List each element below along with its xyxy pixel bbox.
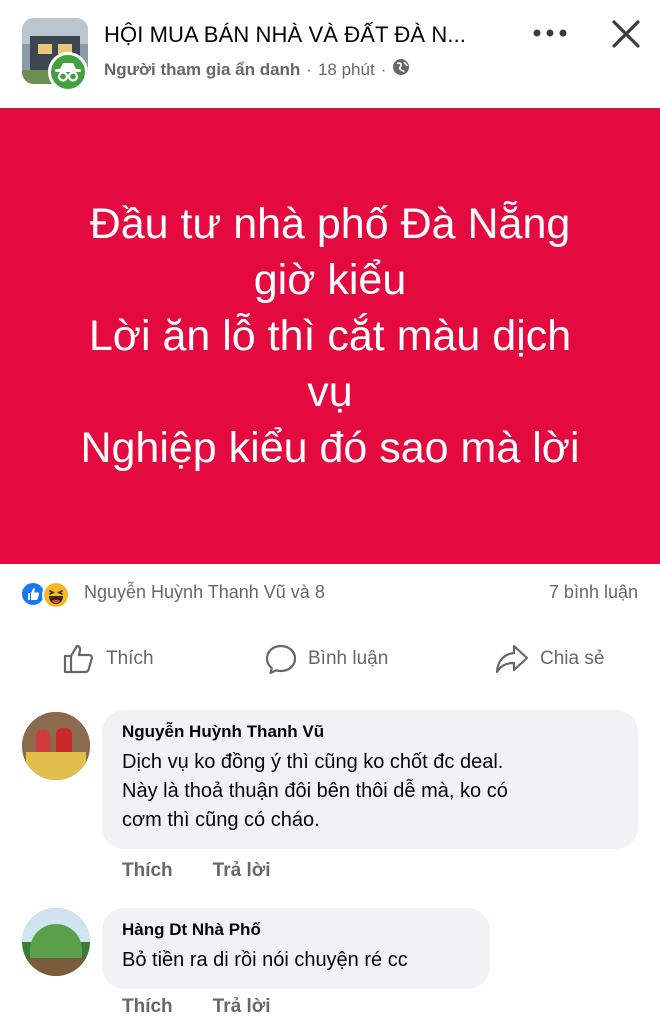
comment-author[interactable]: Hàng Dt Nhà Phố <box>122 920 470 940</box>
comment-bubble[interactable]: Hàng Dt Nhà Phố Bỏ tiền ra di rồi nói ch… <box>102 908 490 989</box>
like-label: Thích <box>106 648 154 669</box>
post-text: Đầu tư nhà phố Đà Nẵng giờ kiểu Lời ăn l… <box>80 200 580 472</box>
share-button[interactable]: Chia sẻ <box>494 640 604 678</box>
meta-separator: · <box>306 59 312 79</box>
separator-dot-2: · <box>380 59 387 79</box>
avatar[interactable] <box>22 908 90 976</box>
comment-text: Bỏ tiền ra di rồi nói chuyện ré cc <box>122 949 408 971</box>
more-options-button[interactable] <box>528 18 572 48</box>
comment-reply-link[interactable]: Trả lời <box>213 996 271 1018</box>
avatar[interactable] <box>22 712 90 780</box>
comment-bubble[interactable]: Nguyễn Huỳnh Thanh Vũ Dịch vụ ko đồng ý … <box>102 710 638 849</box>
thumbs-up-icon <box>63 644 93 674</box>
like-button[interactable]: Thích <box>62 640 154 678</box>
comment-reply-link[interactable]: Trả lời <box>213 860 271 882</box>
reactions-bar[interactable]: Nguyễn Huỳnh Thanh Vũ và 8 7 bình luận <box>0 574 660 614</box>
comment-count[interactable]: 7 bình luận <box>549 582 638 603</box>
close-icon <box>612 20 640 48</box>
comment-text: Dịch vụ ko đồng ý thì cũng ko chốt đc de… <box>122 751 508 831</box>
comment-icon <box>265 644 297 675</box>
group-title[interactable]: HỘI MUA BÁN NHÀ VÀ ĐẤT ĐÀ N... <box>104 22 466 48</box>
poster-name[interactable]: Người tham gia ẩn danh <box>104 60 300 80</box>
anonymous-icon <box>48 52 88 92</box>
post-header: HỘI MUA BÁN NHÀ VÀ ĐẤT ĐÀ N... Người tha… <box>0 0 660 100</box>
comment-like-link[interactable]: Thích <box>122 996 173 1018</box>
post-banner[interactable]: Đầu tư nhà phố Đà Nẵng giờ kiểu Lời ăn l… <box>0 108 660 564</box>
close-button[interactable] <box>604 12 648 56</box>
globe-icon <box>392 58 410 81</box>
share-icon <box>495 644 529 674</box>
comment-author[interactable]: Nguyễn Huỳnh Thanh Vũ <box>122 722 618 742</box>
haha-reaction-icon <box>42 581 70 609</box>
reaction-icons <box>20 579 80 609</box>
share-label: Chia sẻ <box>540 648 605 669</box>
comment-actions: Thích Trả lời <box>122 996 271 1018</box>
more-horizontal-icon <box>533 29 567 37</box>
post-actions: Thích Bình luận Chia sẻ <box>0 630 660 688</box>
post-time[interactable]: 18 phút <box>318 60 375 80</box>
reaction-names[interactable]: Nguyễn Huỳnh Thanh Vũ và 8 <box>84 582 325 603</box>
comment-like-link[interactable]: Thích <box>122 860 173 882</box>
post-meta: Người tham gia ẩn danh · 18 phút · <box>104 58 410 81</box>
comment-actions: Thích Trả lời <box>122 860 271 882</box>
comment-label: Bình luận <box>308 648 389 669</box>
